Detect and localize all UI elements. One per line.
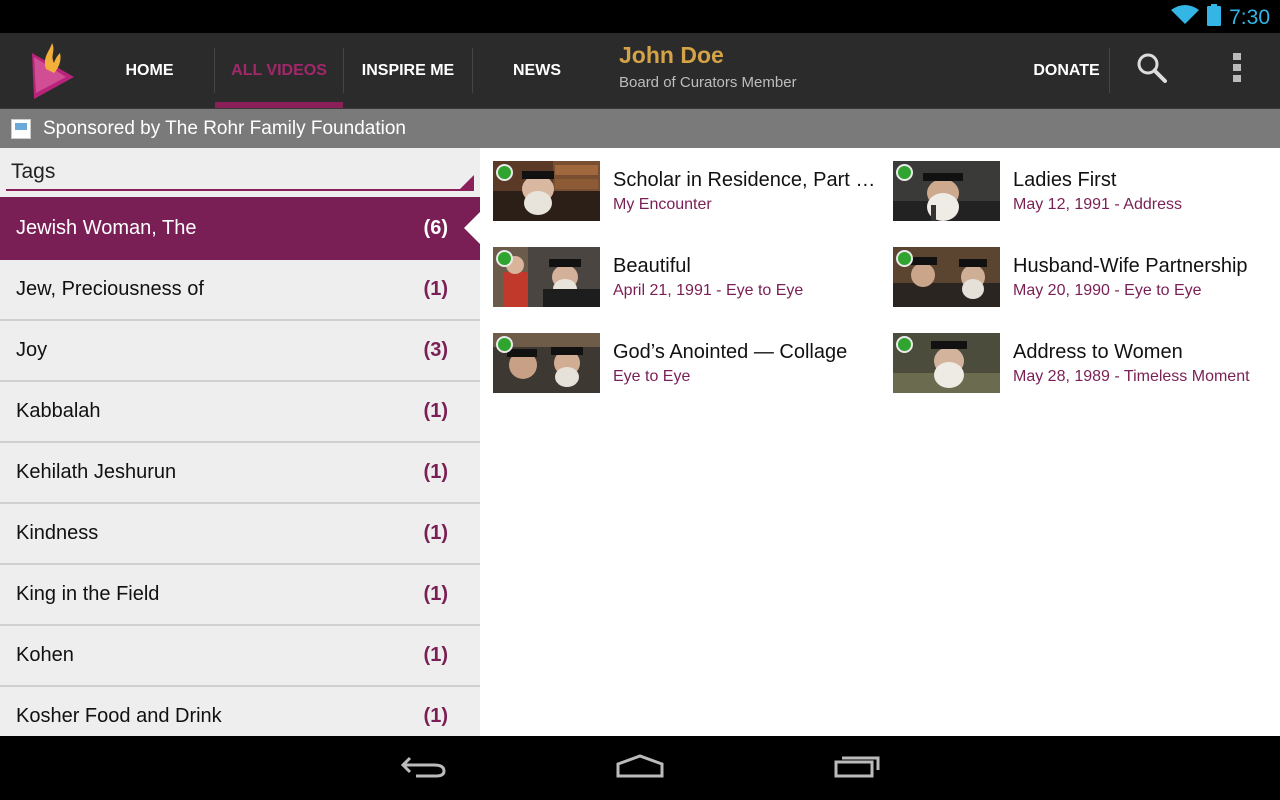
tag-item[interactable]: Kindness (1) [0,504,480,565]
app-logo-icon[interactable] [28,39,78,101]
video-title: Husband-Wife Partnership [1013,255,1248,277]
video-item[interactable]: Ladies First May 12, 1991 - Address [893,161,1273,223]
tag-item-selected[interactable]: Jewish Woman, The (6) [0,197,480,260]
tag-count: (1) [423,705,448,727]
video-title: Ladies First [1013,169,1117,191]
tags-panel: Tags Jewish Woman, The (6) Jew, Precious… [0,148,480,736]
sponsor-text: Sponsored by The Rohr Family Foundation [43,117,406,139]
watched-status-icon [496,250,513,267]
home-icon [616,753,664,783]
tag-name: Jewish Woman, The [16,217,197,239]
watched-status-icon [896,336,913,353]
selection-notch [464,212,480,244]
tag-count: (1) [423,400,448,422]
watched-status-icon [896,164,913,181]
tag-name: Kohen [16,644,74,666]
tag-count: (1) [423,522,448,544]
tab-news[interactable]: NEWS [473,33,601,108]
tag-item[interactable]: King in the Field (1) [0,565,480,626]
tab-home[interactable]: HOME [85,33,214,108]
watched-status-icon [496,164,513,181]
tab-all-videos-label: ALL VIDEOS [231,61,327,79]
status-bar: 7:30 [0,0,1280,33]
tab-inspire-me-label: INSPIRE ME [361,61,455,79]
tag-item[interactable]: Kosher Food and Drink (1) [0,687,480,736]
tag-item[interactable]: Jew, Preciousness of (1) [0,260,480,321]
video-subtitle: April 21, 1991 - Eye to Eye [613,282,804,299]
system-nav-bar [0,736,1280,800]
video-title: God’s Anointed — Collage [613,341,848,363]
app-bar: HOME ALL VIDEOS INSPIRE ME NEWS John Doe… [0,33,1280,109]
home-button[interactable] [595,736,685,800]
video-subtitle: May 20, 1990 - Eye to Eye [1013,282,1202,299]
tag-count: (3) [423,339,448,361]
video-subtitle: Eye to Eye [613,368,691,385]
tab-home-label: HOME [125,61,174,79]
video-item[interactable]: God’s Anointed — Collage Eye to Eye [493,333,873,395]
wifi-icon [1171,5,1200,31]
search-icon [1136,52,1168,89]
video-subtitle: My Encounter [613,196,712,213]
more-vert-icon [1233,53,1241,88]
active-tab-indicator [215,102,343,108]
tags-dropdown[interactable]: Tags [6,148,474,191]
clock: 7:30 [1229,6,1270,29]
video-thumbnail [893,247,1000,307]
video-item[interactable]: Beautiful April 21, 1991 - Eye to Eye [493,247,873,309]
tab-inspire-me[interactable]: INSPIRE ME [344,33,472,108]
tag-count: (1) [423,278,448,300]
video-subtitle: May 28, 1989 - Timeless Moment [1013,368,1250,385]
search-button[interactable] [1124,33,1180,108]
tag-count: (6) [423,217,448,239]
overflow-menu-button[interactable] [1212,33,1262,108]
video-thumbnail [893,333,1000,393]
back-icon [400,754,446,783]
video-grid: Scholar in Residence, Part … My Encounte… [480,148,1280,736]
video-thumbnail [893,161,1000,221]
tags-label: Tags [11,160,56,183]
sponsor-bar[interactable]: Sponsored by The Rohr Family Foundation [0,109,1280,148]
tag-item[interactable]: Joy (3) [0,321,480,382]
user-profile[interactable]: John Doe Board of Curators Member [619,42,797,91]
tab-news-label: NEWS [513,61,561,79]
tag-name: King in the Field [16,583,160,605]
tag-item[interactable]: Kohen (1) [0,626,480,687]
tag-item[interactable]: Kehilath Jeshurun (1) [0,443,480,504]
recents-button[interactable] [812,736,902,800]
sponsor-logo-icon [11,118,31,139]
user-role: Board of Curators Member [619,74,797,91]
video-item[interactable]: Husband-Wife Partnership May 20, 1990 - … [893,247,1273,309]
dropdown-corner-icon [460,175,474,189]
tag-name: Kindness [16,522,99,544]
video-thumbnail [493,247,600,307]
video-item[interactable]: Scholar in Residence, Part … My Encounte… [493,161,876,223]
battery-icon [1207,4,1222,32]
tag-count: (1) [423,583,448,605]
user-name: John Doe [619,42,724,68]
video-title: Address to Women [1013,341,1183,363]
recents-icon [834,754,880,783]
video-title: Scholar in Residence, Part … [613,169,876,191]
watched-status-icon [896,250,913,267]
tag-count: (1) [423,461,448,483]
video-title: Beautiful [613,255,691,277]
tag-name: Kabbalah [16,400,101,422]
video-thumbnail [493,333,600,393]
tag-count: (1) [423,644,448,666]
watched-status-icon [496,336,513,353]
tag-name: Joy [16,339,48,361]
donate-button[interactable]: DONATE [1024,33,1109,108]
back-button[interactable] [378,736,468,800]
tab-all-videos[interactable]: ALL VIDEOS [215,33,343,108]
tag-name: Kehilath Jeshurun [16,461,177,483]
video-item[interactable]: Address to Women May 28, 1989 - Timeless… [893,333,1273,395]
tag-item[interactable]: Kabbalah (1) [0,382,480,443]
toolbar-divider [1109,48,1110,93]
tag-name: Jew, Preciousness of [16,278,204,300]
video-subtitle: May 12, 1991 - Address [1013,196,1182,213]
video-thumbnail [493,161,600,221]
tag-name: Kosher Food and Drink [16,705,222,727]
